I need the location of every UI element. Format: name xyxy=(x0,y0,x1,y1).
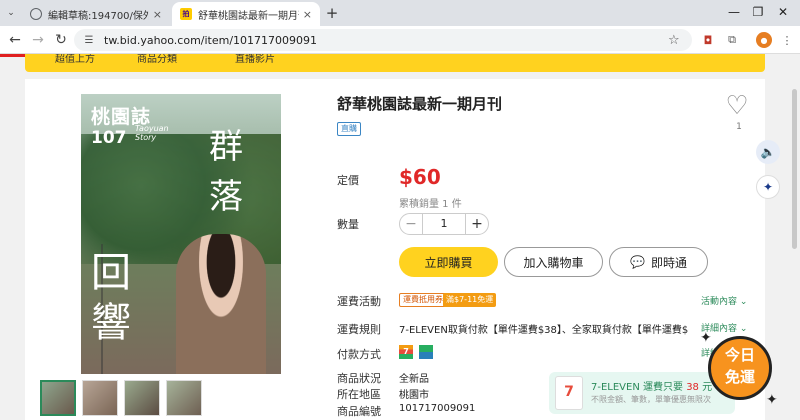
seven-eleven-logo-icon: 7 xyxy=(555,376,583,410)
condition-label: 商品狀況 xyxy=(337,372,381,385)
item-id-value: 101717009091 xyxy=(399,403,476,414)
direct-buy-badge: 直購 xyxy=(337,122,361,136)
window-close-icon[interactable]: ✕ xyxy=(773,3,793,21)
category-nav-bar: 超值上方 商品分類 直播影片 xyxy=(25,54,765,72)
tab-title: 舒華桃園誌最新一期月刊 | Yah xyxy=(198,10,299,22)
page-content: 超值上方 商品分類 直播影片 桃園誌 107 Taoyuan Story 群 落… xyxy=(0,54,800,420)
thumbnail[interactable] xyxy=(124,380,160,416)
url-text[interactable]: tw.bid.yahoo.com/item/101717009091 xyxy=(104,34,668,47)
bookmark-star-icon[interactable]: ☆ xyxy=(668,33,684,48)
sticker-text: 免運 xyxy=(724,368,755,386)
back-arrow-icon[interactable]: ← xyxy=(6,31,24,49)
tab-title: 編輯草稿:194700/保外就醫惡 xyxy=(48,10,149,22)
cover-english-subtitle: Taoyuan Story xyxy=(135,124,169,142)
location-label: 所在地區 xyxy=(337,388,381,401)
browser-toolbar: ← → ↻ ☰ tw.bid.yahoo.com/item/1017170090… xyxy=(0,26,800,54)
kebab-menu-icon[interactable]: ⋮ xyxy=(779,32,795,48)
promo-headline: 7-ELEVEN 運費只要 38 元 xyxy=(591,382,713,393)
extension-icon[interactable]: ◘ xyxy=(700,32,716,48)
tab-list-chevron-icon[interactable]: ⌄ xyxy=(4,6,18,20)
quantity-plus-button[interactable]: + xyxy=(466,216,488,232)
shipping-rule-label: 運費規則 xyxy=(337,323,381,336)
address-bar[interactable]: ☰ tw.bid.yahoo.com/item/101717009091 ☆ xyxy=(74,29,692,51)
promo-details-link[interactable]: 活動內容 ⌄ xyxy=(701,294,747,307)
shipping-rule-text: 7-ELEVEN取貨付款【單件運費$38】、全家取貨付款【單件運費$60】 xyxy=(399,325,689,336)
chat-button-label: 即時通 xyxy=(650,255,687,270)
quantity-minus-button[interactable]: − xyxy=(400,216,422,232)
daily-free-shipping-sticker[interactable]: 今日 免運 ✦ ✦ xyxy=(700,330,780,410)
profile-avatar[interactable]: ● xyxy=(756,32,772,48)
thumbnail[interactable] xyxy=(82,380,118,416)
cover-vertical-char: 群 xyxy=(209,127,243,167)
forward-arrow-icon[interactable]: → xyxy=(29,31,47,49)
payment-label: 付款方式 xyxy=(337,348,381,361)
promo-details-label: 活動內容 xyxy=(701,297,738,307)
scrollbar[interactable] xyxy=(792,89,797,249)
restore-icon[interactable]: ❐ xyxy=(748,3,768,21)
sparkle-icon: ✦ xyxy=(700,330,712,346)
nav-item[interactable]: 商品分類 xyxy=(137,54,177,65)
item-id-label: 商品編號 xyxy=(337,405,381,418)
chat-button[interactable]: 💬 即時通 xyxy=(609,247,708,277)
sold-count: 累積銷量 1 件 xyxy=(399,199,462,210)
free-shipping-badge: 滿$7-11免運 xyxy=(443,293,497,307)
product-card: 桃園誌 107 Taoyuan Story 群 落 回 響 舒華桃園誌最新一期月… xyxy=(25,79,765,420)
shipping-promo-label: 運費活動 xyxy=(337,295,381,308)
chevron-down-icon: ⌄ xyxy=(739,297,748,307)
chat-bubble-icon: 💬 xyxy=(630,255,645,269)
cover-large-char: 響 xyxy=(91,300,131,346)
sticker-text: 今日 xyxy=(724,346,755,364)
quantity-input[interactable]: 1 xyxy=(422,214,466,234)
site-info-icon[interactable]: ☰ xyxy=(82,33,96,47)
thumbnail-strip xyxy=(40,380,210,418)
tab-close-icon[interactable]: × xyxy=(153,8,162,21)
quantity-stepper: − 1 + xyxy=(399,213,489,235)
shipping-coupon-badge: 運費抵用券 xyxy=(399,293,447,307)
tab-draft[interactable]: 編輯草稿:194700/保外就醫惡 × xyxy=(22,2,170,26)
cover-issue-number: 107 xyxy=(91,128,127,148)
globe-icon xyxy=(30,8,42,20)
thumbnail[interactable] xyxy=(40,380,76,416)
favorite-count: 1 xyxy=(736,122,742,132)
minimize-icon[interactable]: — xyxy=(724,3,744,21)
tab-strip: ⌄ 編輯草稿:194700/保外就醫惡 × 拍 舒華桃園誌最新一期月刊 | Ya… xyxy=(0,0,800,26)
nav-item[interactable]: 超值上方 xyxy=(55,54,95,65)
familymart-icon xyxy=(419,345,433,359)
new-tab-plus-icon[interactable]: + xyxy=(324,4,340,22)
sparkle-icon: ✦ xyxy=(766,392,778,408)
location-value: 桃園市 xyxy=(399,390,429,401)
seven-eleven-icon: 7 xyxy=(399,345,413,359)
yahoo-favicon-icon: 拍 xyxy=(180,8,192,20)
cover-person xyxy=(176,234,266,374)
cover-vertical-char: 落 xyxy=(209,177,243,217)
puzzle-extension-icon[interactable]: ⧉ xyxy=(724,32,740,48)
quantity-label: 數量 xyxy=(337,218,359,231)
heart-icon[interactable]: ♡ xyxy=(723,93,751,119)
speaker-icon[interactable]: 🔈 xyxy=(756,140,780,164)
tab-close-icon[interactable]: × xyxy=(303,8,312,21)
ai-sparkle-icon[interactable]: ✦ xyxy=(756,175,780,199)
buy-now-button[interactable]: 立即購買 xyxy=(399,247,498,277)
thumbnail[interactable] xyxy=(166,380,202,416)
condition-value: 全新品 xyxy=(399,374,429,385)
tab-product[interactable]: 拍 舒華桃園誌最新一期月刊 | Yah × xyxy=(172,2,320,26)
cover-large-char: 回 xyxy=(91,250,131,296)
price-label: 定價 xyxy=(337,174,359,187)
add-to-cart-button[interactable]: 加入購物車 xyxy=(504,247,603,277)
product-title: 舒華桃園誌最新一期月刊 xyxy=(337,95,503,113)
price-value: $60 xyxy=(399,165,441,189)
reload-icon[interactable]: ↻ xyxy=(52,31,70,49)
nav-item[interactable]: 直播影片 xyxy=(235,54,275,65)
product-main-image[interactable]: 桃園誌 107 Taoyuan Story 群 落 回 響 xyxy=(81,94,281,374)
